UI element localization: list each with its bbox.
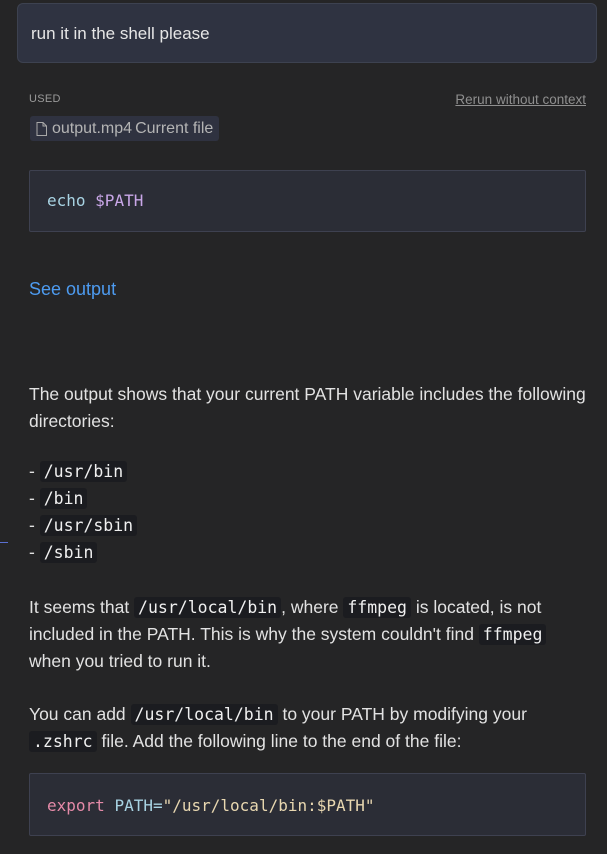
- command-argument: $PATH: [95, 191, 144, 210]
- export-keyword: export: [47, 796, 105, 815]
- list-item: - /usr/sbin: [29, 512, 138, 539]
- context-file-chip[interactable]: output.mp4 Current file: [30, 116, 220, 141]
- export-code-block[interactable]: export PATH="/usr/local/bin:$PATH": [29, 773, 586, 836]
- text-segment: You can add: [29, 704, 131, 724]
- inline-code: ffmpeg: [343, 597, 411, 618]
- inline-code: ffmpeg: [478, 624, 547, 645]
- export-equals: =: [152, 796, 163, 815]
- list-item: - /bin: [29, 485, 137, 512]
- export-code: export PATH="/usr/local/bin:$PATH": [47, 796, 375, 815]
- text-segment: , where: [281, 597, 344, 617]
- command-name: echo: [47, 191, 86, 210]
- inline-code: .zshrc: [29, 731, 97, 752]
- list-item: - /usr/bin: [29, 458, 137, 485]
- text-segment: file. Add the following line to the end …: [96, 731, 462, 751]
- rerun-without-context-link[interactable]: Rerun without context: [455, 92, 586, 107]
- list-bullet: -: [29, 461, 40, 481]
- user-message-bubble: run it in the shell please: [17, 3, 597, 63]
- dir-code: /usr/bin: [39, 461, 128, 482]
- user-message-text: run it in the shell please: [31, 24, 210, 43]
- command-code: echo $PATH: [47, 191, 143, 210]
- directory-list: - /usr/bin - /bin - /usr/sbin - /sbin: [29, 458, 138, 566]
- left-edge-marker: [0, 542, 8, 543]
- file-icon: [36, 121, 47, 136]
- context-used-label: USED: [29, 93, 61, 105]
- see-output-link[interactable]: See output: [29, 279, 116, 300]
- list-item: - /sbin: [29, 539, 137, 566]
- response-intro: The output shows that your current PATH …: [29, 384, 586, 431]
- text-segment: to your PATH by modifying your: [277, 704, 527, 724]
- text-segment: when you tried to run it.: [29, 651, 211, 671]
- file-chip-name: output.mp4: [52, 119, 133, 137]
- command-code-block[interactable]: echo $PATH: [29, 170, 586, 232]
- response-instruction: You can add /usr/local/bin to your PATH …: [29, 701, 589, 755]
- dir-code: /sbin: [39, 542, 98, 563]
- list-bullet: -: [29, 488, 40, 508]
- list-bullet: -: [29, 542, 40, 562]
- inline-code: /usr/local/bin: [134, 597, 282, 618]
- dir-code: /bin: [39, 488, 88, 509]
- list-bullet: -: [29, 515, 40, 535]
- export-value: "/usr/local/bin:$PATH": [162, 796, 375, 815]
- inline-code: /usr/local/bin: [130, 704, 278, 725]
- file-chip-tag: Current file: [135, 119, 214, 137]
- export-var-name: PATH: [114, 796, 153, 815]
- response-explanation: It seems that /usr/local/bin, where ffmp…: [29, 594, 589, 675]
- text-segment: It seems that: [29, 597, 135, 617]
- dir-code: /usr/sbin: [39, 515, 138, 536]
